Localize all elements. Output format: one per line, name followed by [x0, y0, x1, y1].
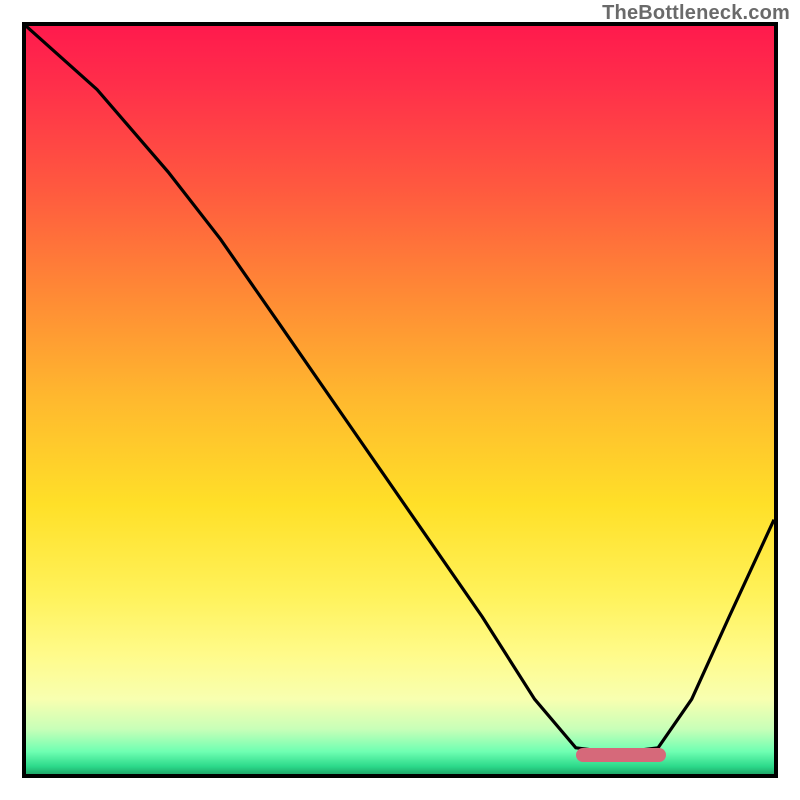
bottleneck-curve	[26, 26, 774, 774]
curve-path	[26, 26, 774, 753]
optimum-marker	[576, 748, 666, 762]
plot-frame	[22, 22, 778, 778]
